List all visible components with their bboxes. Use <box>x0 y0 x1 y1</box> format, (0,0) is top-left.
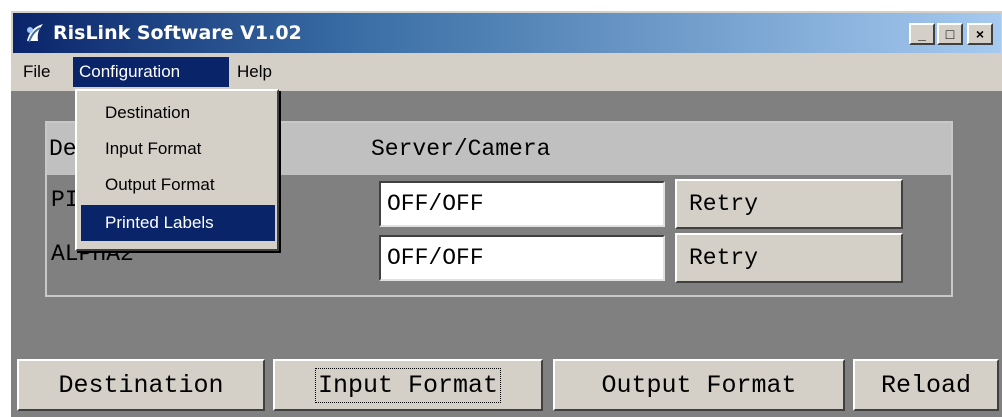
status-field-row2[interactable]: OFF/OFF <box>379 235 665 281</box>
menu-bar: File Configuration Help <box>11 55 1002 89</box>
menu-item-input-format[interactable]: Input Format <box>81 131 275 167</box>
retry-button-row2[interactable]: Retry <box>675 233 903 283</box>
maximize-button[interactable]: □ <box>937 23 963 45</box>
close-icon: × <box>975 26 985 42</box>
header-device: De <box>49 136 77 162</box>
status-field-row1[interactable]: OFF/OFF <box>379 181 665 227</box>
window-title: RisLink Software V1.02 <box>53 22 302 44</box>
app-window: RisLink Software V1.02 _ □ × File Config… <box>10 10 1002 417</box>
header-server-camera: Server/Camera <box>371 136 551 162</box>
reload-button[interactable]: Reload <box>853 359 999 411</box>
output-format-button-label: Output Format <box>601 370 797 400</box>
maximize-icon: □ <box>945 26 955 42</box>
rislink-app-icon <box>27 24 43 43</box>
retry-label: Retry <box>689 191 759 217</box>
input-format-button[interactable]: Input Format <box>273 359 543 411</box>
close-button[interactable]: × <box>967 23 993 45</box>
menu-item-destination[interactable]: Destination <box>81 95 275 131</box>
configuration-dropdown-menu: Destination Input Format Output Format P… <box>75 89 279 251</box>
retry-button-row1[interactable]: Retry <box>675 179 903 229</box>
output-format-button[interactable]: Output Format <box>553 359 845 411</box>
menu-help[interactable]: Help <box>231 57 278 87</box>
minimize-button[interactable]: _ <box>909 23 935 45</box>
title-bar[interactable]: RisLink Software V1.02 _ □ × <box>13 13 1001 53</box>
menu-file[interactable]: File <box>17 57 56 87</box>
destination-button[interactable]: Destination <box>17 359 265 411</box>
input-format-button-label: Input Format <box>314 367 502 403</box>
menu-configuration[interactable]: Configuration <box>73 57 229 87</box>
menu-item-printed-labels[interactable]: Printed Labels <box>81 205 275 241</box>
reload-button-label: Reload <box>880 370 971 400</box>
destination-button-label: Destination <box>58 370 224 400</box>
minimize-icon: _ <box>918 26 926 42</box>
retry-label: Retry <box>689 245 759 271</box>
menu-item-output-format[interactable]: Output Format <box>81 167 275 203</box>
